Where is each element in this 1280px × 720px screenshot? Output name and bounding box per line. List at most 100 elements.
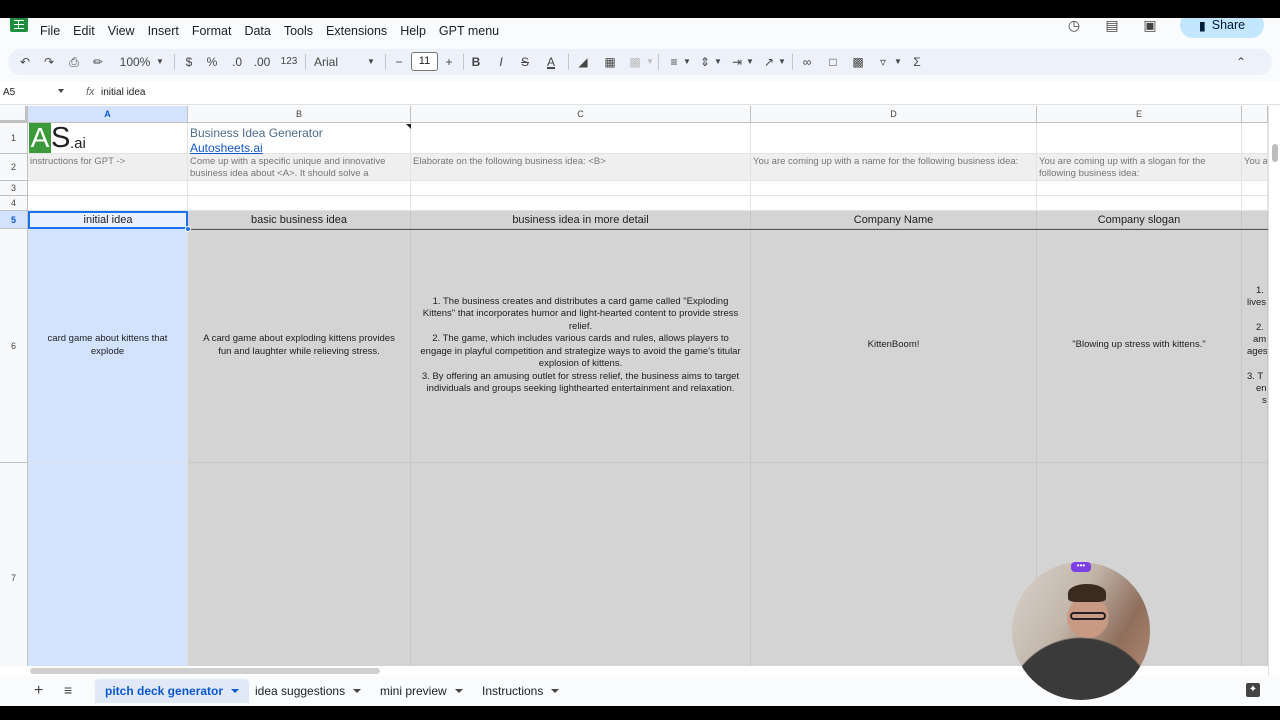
comments-icon[interactable]: ▤ — [1104, 18, 1120, 33]
cell-a6[interactable]: card game about kittens that explode — [28, 229, 188, 463]
menu-format[interactable]: Format — [192, 24, 238, 38]
share-button[interactable]: ▮ Share — [1180, 18, 1264, 38]
tab-pitch-deck-generator[interactable]: pitch deck generator — [95, 679, 250, 703]
history-icon[interactable]: ◷ — [1066, 18, 1082, 33]
chart-icon[interactable]: ▩ — [851, 54, 865, 70]
functions-button[interactable]: Σ — [910, 54, 924, 70]
name-box-dropdown-icon[interactable] — [58, 89, 64, 93]
select-all-corner[interactable] — [0, 106, 28, 123]
row-header-5[interactable]: 5 — [0, 211, 28, 229]
paint-format-icon[interactable]: ✏ — [91, 54, 105, 70]
row-header-4[interactable]: 4 — [0, 196, 28, 211]
sheets-logo-icon[interactable] — [10, 18, 28, 32]
cell-c7[interactable] — [411, 463, 751, 666]
chevron-down-icon[interactable] — [454, 689, 463, 693]
cell-c3[interactable] — [411, 181, 751, 196]
cell-f3[interactable] — [1242, 181, 1268, 196]
text-wrap-icon[interactable]: ⇥ — [730, 54, 744, 70]
collapse-menu-icon[interactable]: ⌃ — [1234, 54, 1248, 70]
menu-help[interactable]: Help — [400, 24, 432, 38]
cell-d7[interactable] — [751, 463, 1037, 666]
vertical-scrollbar[interactable] — [1268, 106, 1280, 686]
add-sheet-icon[interactable]: + — [34, 682, 43, 700]
fill-color-icon[interactable]: ◢ — [576, 54, 590, 70]
valign-dropdown-icon[interactable]: ▼ — [714, 54, 722, 70]
cell-f6[interactable]: 1. lives 2. am ages 3. T en s — [1242, 229, 1268, 463]
cell-b5[interactable]: basic business idea — [188, 211, 411, 229]
strikethrough-button[interactable]: S — [520, 54, 530, 70]
italic-button[interactable]: I — [496, 54, 506, 70]
cell-b4[interactable] — [188, 196, 411, 211]
column-header-e[interactable]: E — [1037, 106, 1242, 123]
currency-button[interactable]: $ — [184, 54, 194, 70]
cell-b7[interactable] — [188, 463, 411, 666]
cell-note-marker-icon[interactable] — [406, 124, 411, 129]
cell-b3[interactable] — [188, 181, 411, 196]
column-header-c[interactable]: C — [411, 106, 751, 123]
font-dropdown-icon[interactable]: ▼ — [367, 54, 375, 70]
horizontal-scroll-thumb[interactable] — [30, 668, 380, 674]
cell-c5[interactable]: business idea in more detail — [411, 211, 751, 229]
chevron-down-icon[interactable] — [353, 689, 362, 693]
formula-input[interactable]: initial idea — [101, 87, 145, 98]
cell-a7[interactable] — [28, 463, 188, 666]
menu-insert[interactable]: Insert — [148, 24, 185, 38]
cell-a4[interactable] — [28, 196, 188, 211]
cell-c2[interactable]: Elaborate on the following business idea… — [411, 154, 751, 181]
cell-a2[interactable]: instructions for GPT -> — [28, 154, 188, 181]
cell-e4[interactable] — [1037, 196, 1242, 211]
cell-d6[interactable]: KittenBoom! — [751, 229, 1037, 463]
borders-icon[interactable]: ▦ — [603, 54, 617, 70]
cell-c1[interactable] — [411, 123, 751, 154]
webcam-options-button[interactable]: ••• — [1071, 562, 1091, 572]
cell-d4[interactable] — [751, 196, 1037, 211]
font-select[interactable]: Arial — [314, 54, 364, 70]
font-size-decrease-button[interactable]: − — [394, 54, 404, 70]
cell-d2[interactable]: You are coming up with a name for the fo… — [751, 154, 1037, 181]
cell-e3[interactable] — [1037, 181, 1242, 196]
menu-view[interactable]: View — [108, 24, 141, 38]
meet-icon[interactable]: ▣ — [1142, 18, 1158, 33]
cell-e2[interactable]: You are coming up with a slogan for the … — [1037, 154, 1242, 181]
row-header-3[interactable]: 3 — [0, 181, 28, 196]
percent-button[interactable]: % — [206, 54, 218, 70]
increase-decimal-button[interactable]: .00 — [253, 54, 271, 70]
column-header-f[interactable] — [1242, 106, 1268, 123]
autosheets-link[interactable]: Autosheets.ai — [190, 141, 263, 155]
font-size-input[interactable]: 11 — [411, 52, 438, 71]
row-header-6[interactable]: 6 — [0, 229, 28, 463]
tab-instructions[interactable]: Instructions — [472, 679, 569, 703]
font-size-increase-button[interactable]: + — [444, 54, 454, 70]
cell-d3[interactable] — [751, 181, 1037, 196]
zoom-select[interactable]: 100% — [118, 54, 152, 70]
text-rotation-icon[interactable]: ↗ — [762, 54, 776, 70]
decrease-decimal-button[interactable]: .0 — [230, 54, 244, 70]
cell-f2[interactable]: You a for a — [1242, 154, 1268, 181]
tab-mini-preview[interactable]: mini preview — [370, 679, 473, 703]
filter-icon[interactable]: ▿ — [876, 54, 890, 70]
menu-gpt[interactable]: GPT menu — [439, 24, 505, 38]
number-format-button[interactable]: 123 — [280, 54, 298, 70]
menu-extensions[interactable]: Extensions — [326, 24, 393, 38]
cell-b2[interactable]: Come up with a specific unique and innov… — [188, 154, 411, 181]
link-icon[interactable]: ∞ — [800, 54, 814, 70]
cell-d1[interactable] — [751, 123, 1037, 154]
menu-data[interactable]: Data — [244, 24, 276, 38]
explore-icon[interactable]: ✦ — [1246, 683, 1260, 697]
menu-file[interactable]: File — [40, 24, 66, 38]
align-dropdown-icon[interactable]: ▼ — [683, 54, 691, 70]
name-box[interactable]: A5 — [3, 87, 15, 98]
bold-button[interactable]: B — [471, 54, 481, 70]
menu-tools[interactable]: Tools — [284, 24, 319, 38]
redo-icon[interactable]: ↷ — [42, 54, 56, 70]
frozen-row-divider[interactable] — [188, 229, 1268, 230]
cell-d5[interactable]: Company Name — [751, 211, 1037, 229]
undo-icon[interactable]: ↶ — [18, 54, 32, 70]
zoom-dropdown-icon[interactable]: ▼ — [156, 54, 164, 70]
horizontal-align-icon[interactable]: ≡ — [667, 54, 681, 70]
print-icon[interactable]: ⎙ — [66, 54, 82, 70]
column-header-a[interactable]: A — [28, 106, 188, 123]
filter-dropdown-icon[interactable]: ▼ — [894, 54, 902, 70]
text-color-button[interactable]: A — [544, 54, 558, 70]
row-header-7[interactable]: 7 — [0, 463, 28, 666]
